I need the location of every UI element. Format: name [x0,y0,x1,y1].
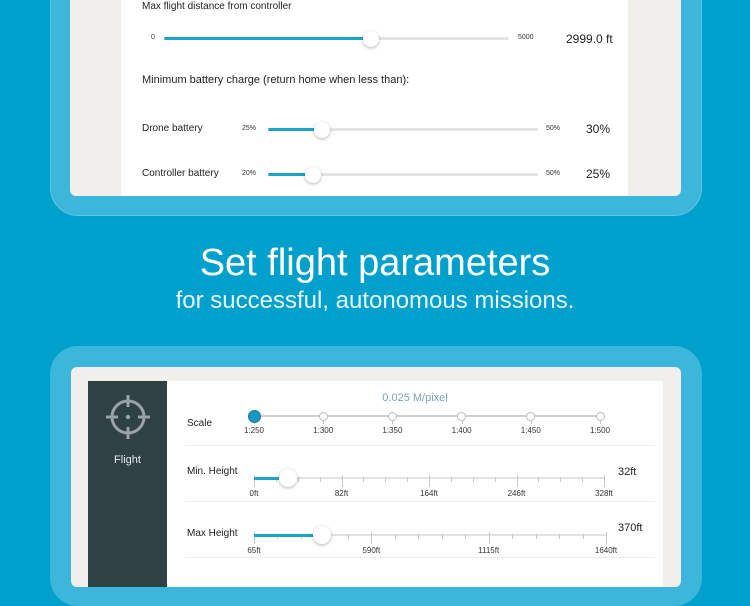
controller-battery-value: 25% [586,167,611,181]
slider-thumb[interactable] [362,30,379,47]
drone-battery-min-label: 25% [242,125,257,132]
major-tick [606,532,607,544]
major-tick [371,532,373,544]
row-divider [185,501,655,502]
controller-battery-min-label: 20% [242,170,257,177]
minor-tick [494,477,496,482]
max-height-value: 370ft [618,522,643,534]
controller-battery-max-label: 50% [546,170,561,177]
slider-thumb[interactable] [314,121,330,138]
max-distance-min-label: 0 [151,34,155,41]
major-tick [488,532,490,544]
sidebar: Flight [88,381,167,587]
max-distance-label: Max flight distance from controller [142,1,292,12]
min-height-label: Min. Height [187,466,238,477]
minor-tick [385,477,387,482]
minor-tick [363,477,365,482]
scale-option-1-400[interactable] [457,412,467,421]
scale-option-1-450[interactable] [526,412,536,421]
slider-fill [254,534,323,537]
row-divider [185,557,655,558]
scale-option-label: 1:450 [520,426,541,435]
max-distance-slider[interactable] [164,30,509,47]
slider-fill [164,37,371,40]
controller-battery-slider[interactable] [268,166,538,183]
minor-tick [582,477,584,482]
tick-label: 82ft [334,489,349,498]
battery-heading: Minimum battery charge (return home when… [142,74,410,86]
minor-tick [465,534,467,539]
minor-tick [347,534,349,539]
settings-panel: Max flight distance from controller 0 50… [121,0,628,196]
max-distance-value: 2999.0 ft [566,32,613,46]
tick-label: 1640ft [594,546,618,555]
minor-tick [418,534,420,539]
bottom-device-screen: Flight 0.025 M/pixel Scale 1:250 1:300 1:3… [71,367,681,587]
top-device-screen: Max flight distance from controller 0 50… [70,0,681,196]
sidebar-item-label: Flight [114,454,141,466]
minor-tick [535,534,537,539]
scale-selector[interactable]: 1:250 1:300 1:350 1:400 1:450 1:500 [237,405,617,445]
scale-option-label: 1:300 [313,426,334,435]
headline-subtitle: for successful, autonomous missions. [175,287,575,314]
scale-option-1-350[interactable] [387,412,397,421]
scale-option-label: 1:350 [382,426,403,435]
minor-tick [559,534,561,539]
scale-label: Scale [187,418,213,429]
headline-title: Set flight parameters [199,242,551,284]
scale-track [254,415,600,417]
slider-thumb[interactable] [279,469,298,487]
scale-option-label: 1:400 [451,426,472,435]
major-tick [341,475,343,487]
scale-resolution: 0.025 M/pixel [382,392,448,404]
minor-tick [450,477,452,482]
row-divider [185,445,655,446]
minor-tick [394,534,396,539]
crosshair-icon [106,395,150,439]
minor-tick [407,477,409,482]
sidebar-item-flight[interactable]: Flight [88,381,167,481]
minor-tick [512,534,514,539]
drone-battery-max-label: 50% [546,125,561,132]
minor-tick [441,534,443,539]
tick-label: 590ft [362,546,381,555]
minor-tick [297,477,299,482]
flight-settings-panel: 0.025 M/pixel Scale 1:250 1:300 1:350 1:400… [167,381,663,587]
drone-battery-value: 30% [586,122,611,136]
slider-thumb[interactable] [305,166,321,183]
tick-label: 65ft [247,546,261,555]
major-tick [429,475,430,487]
controller-battery-label: Controller battery [142,168,219,179]
min-height-slider[interactable]: 0ft 82ft 164ft 246ft 328ft [249,467,613,498]
tick-label: 1115ft [478,546,500,555]
drone-battery-slider[interactable] [268,121,538,138]
scale-option-1-250[interactable] [247,410,261,423]
major-tick [604,475,605,487]
tick-label: 246ft [507,489,526,498]
max-height-label: Max Height [187,528,238,539]
minor-tick [582,534,584,539]
scale-option-1-500[interactable] [595,412,605,421]
major-tick [516,475,518,487]
max-distance-max-label: 5000 [518,34,534,41]
minor-tick [538,477,540,482]
minor-tick [560,477,562,482]
scale-option-label: 1:250 [243,426,265,435]
scale-option-1-300[interactable] [318,412,328,421]
min-height-value: 32ft [618,466,637,478]
slider-thumb[interactable] [313,526,332,544]
scale-option-label: 1:500 [589,426,611,435]
max-height-slider[interactable]: 65ft 590ft 1115ft 1640ft [247,524,617,555]
tick-label: 328ft [595,489,613,498]
tick-label: 164ft [420,489,438,498]
drone-battery-label: Drone battery [142,123,203,134]
minor-tick [472,477,474,482]
minor-tick [319,477,321,482]
tick-label: 0ft [249,489,259,498]
